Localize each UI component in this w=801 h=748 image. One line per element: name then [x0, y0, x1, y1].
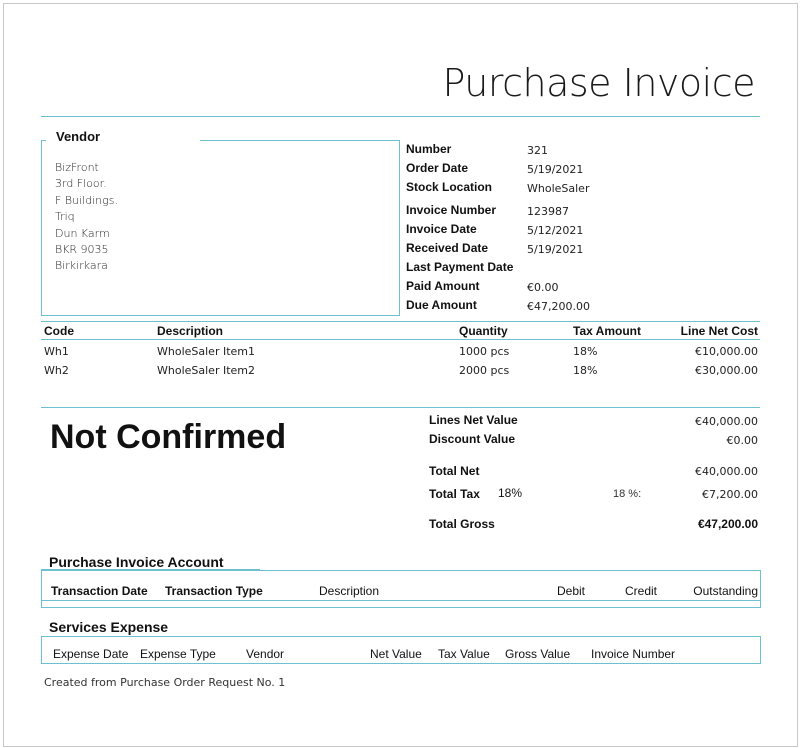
order-date-value: 5/19/2021 [527, 163, 584, 176]
vendor-address-line: 3rd Floor. [55, 177, 107, 191]
line-net-cost: €30,000.00 [695, 364, 758, 377]
vendor-address-line: F Buildings. [55, 193, 118, 207]
col-expense-date: Expense Date [53, 647, 129, 661]
invoice-date-value: 5/12/2021 [527, 224, 584, 237]
col-net-value: Net Value [370, 647, 422, 661]
footer-note: Created from Purchase Order Request No. … [44, 676, 286, 689]
line-tax: 18% [573, 364, 598, 377]
vendor-address: BizFront 3rd Floor. F Buildings. Triq Du… [55, 160, 118, 275]
col-description: Description [157, 324, 224, 338]
due-amount-label: Due Amount [406, 298, 477, 312]
vendor-address-line: Dun Karm [55, 226, 110, 240]
line-quantity: 1000 pcs [459, 345, 510, 358]
vendor-city: Birkirkara [55, 259, 108, 273]
title-divider [41, 116, 760, 117]
invoice-number-value: 123987 [527, 205, 569, 218]
line-tax: 18% [573, 345, 598, 358]
totals-divider [41, 407, 760, 408]
lines-net-value: €40,000.00 [695, 415, 758, 428]
line-code: Wh2 [44, 364, 69, 377]
col-transaction-date: Transaction Date [51, 584, 148, 598]
col-line-net-cost: Line Net Cost [680, 324, 758, 338]
col-credit: Credit [625, 584, 658, 598]
total-gross-label: Total Gross [429, 517, 495, 531]
account-header-border [41, 600, 760, 601]
invoice-number-label: Invoice Number [406, 203, 497, 217]
lines-net-value-label: Lines Net Value [429, 413, 518, 427]
col-debit: Debit [557, 584, 586, 598]
paid-amount-label: Paid Amount [406, 279, 480, 293]
col-gross-value: Gross Value [505, 647, 571, 661]
received-date-label: Received Date [406, 241, 489, 255]
line-net-cost: €10,000.00 [695, 345, 758, 358]
discount-value-label: Discount Value [429, 432, 516, 446]
total-tax-rate-detail: 18 %: [613, 488, 642, 500]
vendor-box: Vendor BizFront 3rd Floor. F Buildings. … [41, 129, 400, 316]
vendor-postcode: BKR 9035 [55, 243, 109, 257]
col-transaction-type: Transaction Type [165, 584, 263, 598]
order-date-label: Order Date [406, 161, 469, 175]
line-code: Wh1 [44, 345, 69, 358]
total-net-label: Total Net [429, 464, 480, 478]
col-invoice-number: Invoice Number [591, 647, 676, 661]
col-expense-type: Expense Type [140, 647, 216, 661]
col-quantity: Quantity [459, 324, 508, 338]
col-code: Code [44, 324, 74, 338]
lines-header-bottom-border [41, 339, 760, 340]
last-payment-date-label: Last Payment Date [406, 260, 514, 274]
total-tax-rate: 18% [498, 486, 523, 500]
col-vendor: Vendor [246, 647, 285, 661]
total-tax-value: €7,200.00 [702, 488, 758, 501]
received-date-value: 5/19/2021 [527, 243, 584, 256]
line-description: WholeSaler Item1 [157, 345, 256, 358]
line-description: WholeSaler Item2 [157, 364, 256, 377]
invoice-date-label: Invoice Date [406, 222, 477, 236]
total-net-value: €40,000.00 [695, 465, 758, 478]
due-amount-value: €47,200.00 [527, 300, 590, 313]
vendor-address-line: Triq [55, 210, 75, 224]
stock-location-value: WholeSaler [527, 182, 590, 195]
stock-location-label: Stock Location [406, 180, 493, 194]
lines-header-top-border [41, 321, 760, 322]
paid-amount-value: €0.00 [527, 281, 559, 294]
vendor-legend: Vendor [50, 129, 107, 144]
page-title: Purchase Invoice [442, 61, 756, 105]
discount-value: €0.00 [726, 434, 759, 447]
account-section-title: Purchase Invoice Account [49, 554, 224, 570]
col-tax-value: Tax Value [438, 647, 490, 661]
invoice-page: Purchase Invoice Vendor BizFront 3rd Flo… [3, 3, 798, 747]
col-account-description: Description [319, 584, 380, 598]
col-tax-amount: Tax Amount [573, 324, 641, 338]
line-quantity: 2000 pcs [459, 364, 510, 377]
services-section-title: Services Expense [49, 619, 169, 635]
number-label: Number [406, 142, 452, 156]
status-label: Not Confirmed [50, 418, 287, 456]
total-gross-value: €47,200.00 [697, 517, 758, 531]
number-value: 321 [527, 144, 548, 157]
col-outstanding: Outstanding [693, 584, 758, 598]
total-tax-label: Total Tax [429, 487, 480, 501]
vendor-name: BizFront [55, 161, 99, 174]
